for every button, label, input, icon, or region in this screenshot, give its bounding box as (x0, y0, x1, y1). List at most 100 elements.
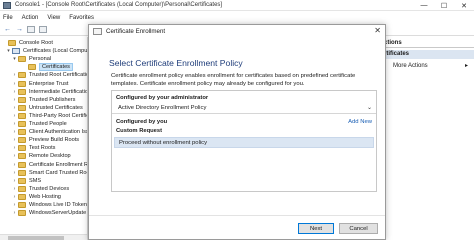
window-titlebar: Console1 - [Console Root\Certificates (L… (0, 0, 474, 11)
ad-enrollment-policy-row[interactable]: Active Directory Enrollment Policy ⌄ (112, 103, 376, 114)
expand-toggle-icon[interactable]: › (12, 129, 17, 135)
tree-item[interactable]: › Trusted People (12, 120, 67, 128)
scrollbar-thumb[interactable] (8, 236, 64, 240)
dialog-close-button[interactable]: ✕ (374, 26, 381, 35)
expand-toggle-icon[interactable]: › (12, 202, 17, 208)
tree-item[interactable]: › Preview Build Roots (12, 136, 79, 144)
tree-item[interactable]: › Client Authentication Iss (12, 128, 88, 136)
menu-action[interactable]: Action (22, 15, 39, 21)
actions-header: ctions (380, 39, 474, 48)
cancel-button[interactable]: Cancel (339, 223, 378, 234)
folder-icon (18, 129, 26, 136)
admin-section-label: Configured by your administrator (116, 95, 209, 101)
tree-item[interactable]: › Smart Card Trusted Roots (12, 169, 88, 177)
tree-item[interactable]: › Third-Party Root Certifica (12, 112, 87, 120)
folder-icon (18, 137, 26, 144)
tree-item[interactable]: › Untrusted Certificates (12, 104, 83, 112)
window-close-button[interactable]: ✕ (454, 0, 474, 11)
expand-toggle-icon[interactable]: › (12, 170, 17, 176)
expand-toggle-icon[interactable]: › (12, 153, 17, 159)
actions-certificates-header[interactable]: rtificates (380, 50, 474, 59)
menu-favorites[interactable]: Favorites (69, 15, 94, 21)
tree-item-label: Smart Card Trusted Roots (29, 169, 88, 176)
expand-toggle-icon[interactable]: › (12, 137, 17, 143)
proceed-without-policy-row[interactable]: Proceed without enrollment policy (114, 137, 374, 148)
expand-toggle-icon[interactable]: › (12, 113, 17, 119)
expand-toggle-icon[interactable]: › (12, 145, 17, 151)
expand-toggle-icon[interactable]: › (12, 72, 17, 78)
tree-item[interactable]: › Trusted Root Certification (12, 71, 88, 79)
menu-view[interactable]: View (47, 15, 60, 21)
expand-toggle-icon[interactable]: › (12, 121, 17, 127)
next-button[interactable]: Next (298, 223, 334, 234)
folder-icon (18, 96, 26, 103)
menu-file[interactable]: File (3, 15, 13, 21)
tree-item[interactable]: › Enterprise Trust (12, 80, 68, 88)
tree-item[interactable]: › Trusted Publishers (12, 96, 75, 104)
expand-toggle-icon[interactable]: › (12, 105, 17, 111)
back-arrow-icon[interactable]: ← (3, 25, 12, 34)
expand-toggle-icon[interactable]: › (12, 162, 17, 168)
folder-icon (18, 161, 26, 168)
tree-item-label: Trusted Root Certification (29, 72, 88, 79)
expand-toggle-icon[interactable]: › (12, 97, 17, 103)
forward-arrow-icon[interactable]: → (15, 25, 24, 34)
actions-pane: ctions rtificates More Actions (380, 37, 474, 240)
policy-list: Configured by your administrator Active … (111, 90, 377, 192)
expand-toggle-icon[interactable]: › (12, 81, 17, 87)
tree-item-label: Trusted People (29, 121, 67, 127)
maximize-button[interactable]: ☐ (434, 0, 454, 11)
expand-toggle-icon[interactable]: › (12, 210, 17, 216)
expand-toggle-icon[interactable]: ▾ (12, 56, 17, 62)
tree-item-label: Personal (29, 56, 52, 63)
tree-horizontal-scrollbar[interactable] (0, 234, 87, 240)
tree-item[interactable]: › Test Roots (12, 144, 55, 152)
properties-icon[interactable] (39, 26, 47, 33)
tree-item-label: Preview Build Roots (29, 137, 80, 144)
tree-item-label: Test Roots (29, 145, 56, 152)
dialog-footer: Next Cancel (89, 215, 385, 239)
tree-item-label: SMS (29, 177, 42, 184)
dialog-heading: Select Certificate Enrollment Policy (109, 58, 243, 68)
folder-icon (18, 185, 26, 192)
chevron-down-icon[interactable]: ⌄ (367, 104, 372, 111)
tree-item[interactable]: › SMS (12, 177, 41, 185)
tree-item-label: Intermediate Certification (29, 88, 88, 95)
tree-item-label: Trusted Devices (29, 185, 70, 192)
certificate-icon (93, 28, 102, 35)
folder-icon (18, 104, 26, 111)
expand-toggle-icon[interactable]: ▾ (6, 48, 11, 54)
tree-item[interactable]: › Remote Desktop (12, 152, 71, 160)
folder-icon (18, 112, 26, 119)
tree-item[interactable]: › WindowsServerUpdate (12, 209, 86, 217)
minimize-button[interactable]: — (414, 0, 434, 11)
tree-item[interactable]: Console Root (2, 39, 53, 47)
expand-toggle-icon[interactable]: › (12, 89, 17, 95)
expand-toggle-icon[interactable]: › (12, 186, 17, 192)
folder-icon (8, 40, 16, 46)
console-tree: › WindowsServerUpdate › Windows Live ID Tok… (0, 37, 88, 240)
tree-item[interactable]: › Web Hosting (12, 193, 61, 201)
expand-toggle-icon[interactable]: › (12, 178, 17, 184)
expand-toggle-icon[interactable]: › (12, 194, 17, 200)
tree-item-label: Trusted Publishers (29, 96, 76, 103)
folder-icon (18, 80, 26, 87)
tree-item-label: Certificate Enrollment Rec (29, 161, 88, 168)
tree-item[interactable]: ▾ Personal (12, 55, 51, 63)
tree-item[interactable]: ▾ Certificates (Local Comput (6, 47, 87, 55)
tree-item-label: Client Authentication Iss (29, 129, 88, 136)
window-title: Console1 - [Console Root\Certificates (L… (15, 2, 223, 8)
proceed-without-policy-label: Proceed without enrollment policy (119, 139, 208, 146)
folder-icon (18, 193, 26, 200)
tree-item[interactable]: Certificates (22, 63, 73, 72)
tree-item[interactable]: › Windows Live ID Token (12, 201, 87, 209)
tree-item[interactable]: › Intermediate Certification (12, 88, 88, 96)
tree-item[interactable]: › Certificate Enrollment Rec (12, 161, 88, 169)
tree-item[interactable]: › Trusted Devices (12, 185, 69, 193)
folder-icon (18, 88, 26, 95)
computer-icon (12, 48, 20, 55)
dialog-titlebar: Certificate Enrollment (89, 25, 385, 38)
show-hide-tree-icon[interactable] (27, 26, 35, 33)
more-actions-item[interactable]: More Actions (380, 62, 474, 71)
add-new-link[interactable]: Add New (348, 119, 372, 125)
